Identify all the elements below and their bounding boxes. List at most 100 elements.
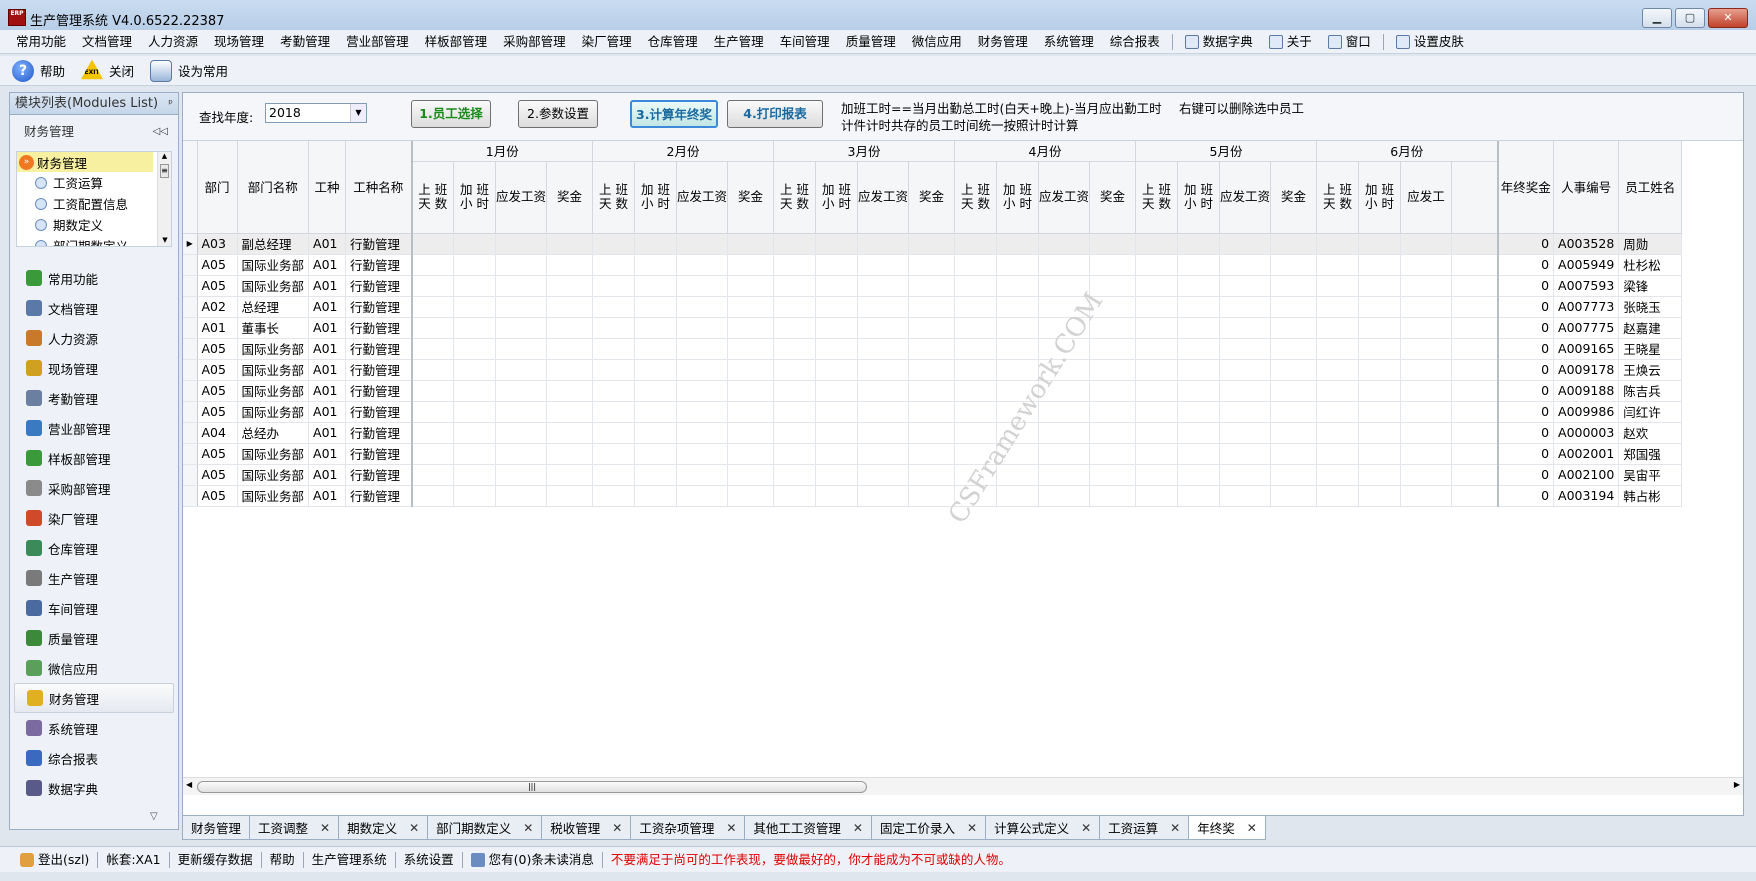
sidebar-module-item[interactable]: 仓库管理 [14,533,174,563]
month-sub-header[interactable]: 加 班小 时 [634,161,678,234]
month-cell[interactable] [1038,359,1091,381]
month-cell[interactable] [1358,422,1402,444]
month-cell[interactable] [1451,422,1499,444]
month-cell[interactable] [495,485,548,507]
column-header[interactable]: 部门名称 [237,141,310,234]
month-cell[interactable] [727,380,775,402]
month-cell[interactable] [1177,380,1221,402]
month-cell[interactable] [410,296,455,318]
sidebar-module-item[interactable]: 文档管理 [14,293,174,323]
month-sub-header[interactable]: 上 班天 数 [773,161,817,234]
employee-id-cell[interactable]: A009178 [1553,359,1620,381]
horizontal-scroll-thumb[interactable]: ||| [197,781,867,793]
menu-item[interactable]: 财务管理 [970,31,1036,53]
month-cell[interactable] [495,464,548,486]
close-tab-icon[interactable]: ✕ [409,821,419,835]
month-cell[interactable] [676,401,729,423]
tab-item[interactable]: 部门期数定义 ✕ [427,816,543,840]
month-cell[interactable] [815,296,859,318]
month-cell[interactable] [676,464,729,486]
month-cell[interactable] [1400,317,1453,339]
month-cell[interactable] [857,275,910,297]
year-end-bonus-cell[interactable]: 0 [1496,401,1555,423]
month-cell[interactable] [453,254,497,276]
month-cell[interactable] [676,338,729,360]
month-cell[interactable] [495,275,548,297]
tab-item[interactable]: 工资运算 ✕ [1099,816,1190,840]
month-cell[interactable] [1316,275,1360,297]
employee-id-cell[interactable]: A002100 [1553,464,1620,486]
month-cell[interactable] [908,485,956,507]
month-sub-header[interactable]: 上 班天 数 [410,161,455,234]
month-cell[interactable] [634,296,678,318]
employee-name-cell[interactable]: 梁锋 [1618,275,1683,297]
month-cell[interactable] [908,464,956,486]
year-end-bonus-cell[interactable]: 0 [1496,422,1555,444]
month-cell[interactable] [1316,359,1360,381]
month-cell[interactable] [996,338,1040,360]
month-cell[interactable] [1177,254,1221,276]
month-cell[interactable] [1177,233,1221,255]
month-cell[interactable] [1089,338,1137,360]
month-cell[interactable] [592,380,636,402]
month-cell[interactable] [1270,359,1318,381]
year-end-bonus-cell[interactable]: 0 [1496,464,1555,486]
month-cell[interactable] [954,275,998,297]
menu-item[interactable]: 营业部管理 [338,31,417,53]
month-cell[interactable] [1316,422,1360,444]
table-cell[interactable]: A01 [308,464,347,486]
set-common-button[interactable]: 设为常用 [150,59,228,82]
employee-name-cell[interactable]: 闫红许 [1618,401,1683,423]
month-cell[interactable] [1316,443,1360,465]
month-cell[interactable] [773,296,817,318]
month-cell[interactable] [1451,464,1499,486]
month-cell[interactable] [1038,443,1091,465]
table-cell[interactable]: A05 [197,464,238,486]
month-cell[interactable] [996,254,1040,276]
month-cell[interactable] [634,338,678,360]
year-end-bonus-cell[interactable]: 0 [1496,380,1555,402]
month-cell[interactable] [773,254,817,276]
month-cell[interactable] [857,296,910,318]
month-cell[interactable] [773,338,817,360]
close-tab-icon[interactable]: ✕ [1170,821,1180,835]
close-tab-icon[interactable]: ✕ [1081,821,1091,835]
month-cell[interactable] [1358,359,1402,381]
month-cell[interactable] [1177,338,1221,360]
month-cell[interactable] [1135,359,1179,381]
month-cell[interactable] [996,485,1040,507]
month-cell[interactable] [1316,296,1360,318]
row-indicator[interactable] [183,296,198,318]
month-sub-header[interactable]: 上 班天 数 [592,161,636,234]
month-cell[interactable] [546,317,594,339]
month-sub-header[interactable]: 上 班天 数 [954,161,998,234]
month-cell[interactable] [1451,359,1499,381]
table-cell[interactable]: 行勤管理 [345,401,413,423]
menu-item[interactable]: 常用功能 [8,31,74,53]
year-end-bonus-cell[interactable]: 0 [1496,338,1555,360]
scroll-up-icon[interactable]: ▲ [158,152,171,164]
table-cell[interactable]: 行勤管理 [345,254,413,276]
month-cell[interactable] [546,296,594,318]
table-cell[interactable]: 国际业务部 [237,380,310,402]
month-cell[interactable] [676,359,729,381]
employee-name-cell[interactable]: 吴宙平 [1618,464,1683,486]
month-cell[interactable] [592,275,636,297]
year-end-bonus-cell[interactable]: 0 [1496,254,1555,276]
month-cell[interactable] [1358,275,1402,297]
month-cell[interactable] [727,296,775,318]
month-cell[interactable] [410,380,455,402]
sidebar-module-item[interactable]: 数据字典 [14,773,174,803]
month-cell[interactable] [634,359,678,381]
month-cell[interactable] [1219,380,1272,402]
tab-item[interactable]: 计算公式定义 ✕ [985,816,1101,840]
month-cell[interactable] [634,317,678,339]
month-cell[interactable] [857,317,910,339]
month-cell[interactable] [592,485,636,507]
month-cell[interactable] [815,380,859,402]
month-cell[interactable] [773,443,817,465]
column-header[interactable]: 人事编号 [1553,141,1620,234]
month-cell[interactable] [908,296,956,318]
month-cell[interactable] [1400,380,1453,402]
tree-item[interactable]: 工资运算 [17,172,171,193]
